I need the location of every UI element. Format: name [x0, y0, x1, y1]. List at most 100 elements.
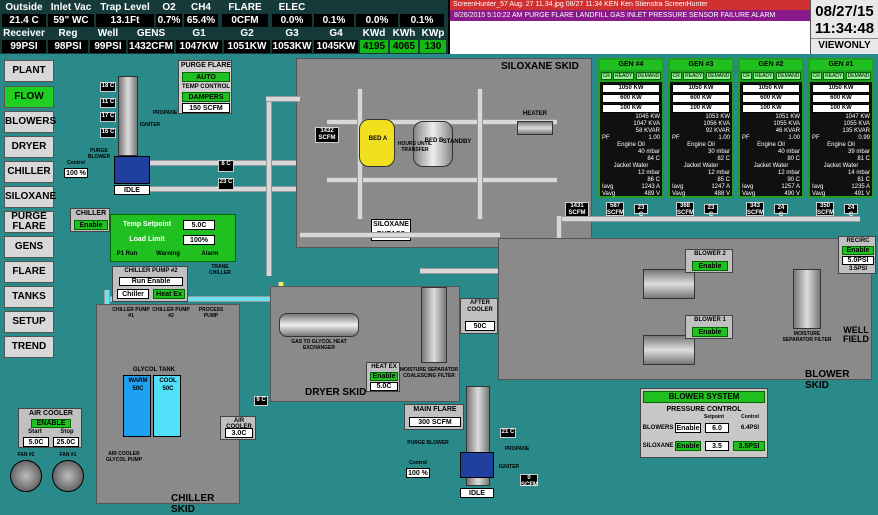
gen-3-kw3[interactable]: 100 KW: [672, 104, 730, 113]
blower-moisture-tank[interactable]: [793, 269, 821, 329]
main-flare-scfm[interactable]: 300 SCFM: [409, 417, 461, 427]
glycol-warm-tank[interactable]: WARM 50C: [123, 375, 151, 437]
valve-cv-icon[interactable]: [284, 60, 293, 67]
gas-glycol-heat-exchanger[interactable]: [279, 313, 359, 337]
purge-flare-dampers[interactable]: DAMPERS: [182, 92, 230, 102]
chiller-skid-label: CHILLER SKID: [171, 493, 215, 515]
moisture-separator-tank[interactable]: [421, 287, 447, 363]
gen-1-ready[interactable]: READY: [823, 72, 845, 80]
alarm-message[interactable]: 8/26/2015 5:10:22 AM PURGE FLARE LANDFIL…: [450, 10, 812, 21]
glycol-cool-tank[interactable]: COOL 50C: [153, 375, 181, 437]
gen-2-kw1[interactable]: 1050 KW: [742, 84, 800, 93]
purge-blower-idle[interactable]: IDLE: [114, 185, 150, 195]
chiller-pump-heatex-button[interactable]: Heat Ex: [153, 289, 185, 299]
siloxane-control: 3.5PSI: [733, 441, 765, 451]
nav-blowers[interactable]: BLOWERS: [4, 111, 56, 133]
main-flare-idle[interactable]: IDLE: [460, 488, 494, 498]
chiller-load-limit[interactable]: 100%: [183, 235, 215, 245]
gen-4-kw1[interactable]: 1050 KW: [602, 84, 660, 93]
recirc-enable[interactable]: Enable: [842, 246, 874, 255]
blower-2-motor[interactable]: [643, 269, 695, 299]
gen-4-cr[interactable]: CR: [600, 72, 612, 80]
stat-label-receiver: Receiver: [3, 28, 45, 39]
purge-blower[interactable]: [114, 156, 150, 184]
siloxane-bypass-title: SILOXANE: [373, 221, 409, 228]
gen-2-ready[interactable]: READY: [753, 72, 775, 80]
heat-ex-enable[interactable]: Enable: [370, 372, 398, 381]
air-cooler-start[interactable]: 5.0C: [23, 437, 49, 447]
blower-2-enable[interactable]: Enable: [692, 261, 728, 271]
purge-blower-label: PURGE BLOWER: [87, 148, 111, 160]
siloxane-setpoint[interactable]: 3.5: [705, 441, 729, 451]
gen-2-kw2[interactable]: 600 KW: [742, 94, 800, 103]
stat-g3: 1053KW: [272, 40, 312, 53]
purge-flare-auto[interactable]: AUTO: [182, 72, 230, 82]
chiller-temp-setpoint[interactable]: 5.0C: [183, 220, 215, 230]
gen-4-kw3[interactable]: 100 KW: [602, 104, 660, 113]
heater-label: HEATER: [522, 111, 548, 117]
nav-flare[interactable]: FLARE: [4, 261, 54, 283]
purge-control-value[interactable]: 100 %: [64, 168, 88, 178]
chiller-pump-chiller-button[interactable]: Chiller: [117, 289, 149, 299]
main-flare-blower[interactable]: [460, 452, 494, 478]
nav-purge-flare[interactable]: PURGE FLARE: [4, 211, 54, 233]
nav-flow[interactable]: FLOW: [4, 86, 54, 108]
fan-2-icon[interactable]: [10, 460, 42, 492]
fan-1-icon[interactable]: [52, 460, 84, 492]
gen-2-panel[interactable]: GEN #2 CR READY DEMAND 1050 KW 600 KW 10…: [738, 58, 804, 198]
air-cooler-stop[interactable]: 25.0C: [53, 437, 79, 447]
chiller-load-limit-label: Load Limit: [129, 236, 165, 243]
after-cooler-panel: AFTER COOLER 50C: [460, 298, 498, 334]
heater[interactable]: [517, 121, 553, 135]
recirc-psi[interactable]: 5.0PSI: [842, 256, 874, 265]
gen-4-panel[interactable]: GEN #4 CR READY DEMAND 1050 KW 600 KW 10…: [598, 58, 664, 198]
gen-2-kw: 1051 KW: [775, 114, 800, 120]
gen-2-cr[interactable]: CR: [740, 72, 752, 80]
gen-1-kw1[interactable]: 1050 KW: [812, 84, 870, 93]
gen-1-kw3[interactable]: 100 KW: [812, 104, 870, 113]
heat-ex-value[interactable]: 5.0C: [370, 382, 398, 391]
blowers-setpoint[interactable]: 6.0: [705, 423, 729, 433]
main-flare-control-value[interactable]: 100 %: [406, 468, 430, 478]
gen-3-cr[interactable]: CR: [670, 72, 682, 80]
gen-4-jacket-water-label: Jacket Water: [613, 163, 649, 169]
nav-tanks[interactable]: TANKS: [4, 286, 54, 308]
stat-label-kwp: KWp: [421, 28, 445, 39]
gen-1-panel[interactable]: GEN #1 CR READY DEMAND 1050 KW 600 KW 10…: [808, 58, 874, 198]
nav-dryer[interactable]: DRYER: [4, 136, 54, 158]
main-flare-control-label: Control: [409, 460, 427, 466]
gen-4-demand[interactable]: DEMAND: [635, 72, 662, 80]
gen-1-cr[interactable]: CR: [810, 72, 822, 80]
gen-4-ready[interactable]: READY: [613, 72, 635, 80]
purge-flare-scfm[interactable]: 150 SCFM: [182, 103, 230, 113]
gen-3-kw1[interactable]: 1050 KW: [672, 84, 730, 93]
blower-1-motor[interactable]: [643, 335, 695, 365]
chiller-warning: Warning: [156, 251, 180, 257]
gen-3-kw2[interactable]: 600 KW: [672, 94, 730, 103]
gen-3-panel[interactable]: GEN #3 CR READY DEMAND 1050 KW 600 KW 10…: [668, 58, 734, 198]
after-cooler-value[interactable]: 50C: [465, 321, 495, 331]
nav-setup[interactable]: SETUP: [4, 311, 54, 333]
gen-4-kw2[interactable]: 600 KW: [602, 94, 660, 103]
gen-2-kw3[interactable]: 100 KW: [742, 104, 800, 113]
nav-plant[interactable]: PLANT: [4, 60, 54, 82]
gen-2-demand[interactable]: DEMAND: [775, 72, 802, 80]
gen-1-kw2[interactable]: 600 KW: [812, 94, 870, 103]
bed-a-tank[interactable]: BED A: [359, 119, 395, 167]
gen-3-demand[interactable]: DEMAND: [705, 72, 732, 80]
blowers-enable[interactable]: Enable: [675, 423, 701, 433]
blower-system-title[interactable]: BLOWER SYSTEM: [643, 391, 765, 403]
siloxane-enable[interactable]: Enable: [675, 441, 701, 451]
nav-trend[interactable]: TREND: [4, 336, 54, 358]
chiller-enable[interactable]: Enable: [74, 220, 108, 230]
gen-1-demand[interactable]: DEMAND: [845, 72, 872, 80]
chiller-run-enable[interactable]: Run Enable: [119, 277, 183, 286]
air-cooler-center-value[interactable]: 3.0C: [225, 428, 253, 438]
nav-gens[interactable]: GENS: [4, 236, 54, 258]
air-cooler-left-enable[interactable]: ENABLE: [31, 419, 71, 428]
nav-chiller[interactable]: CHILLER: [4, 161, 54, 183]
gen-3-ready[interactable]: READY: [683, 72, 705, 80]
stat-label-inlet-vac: Inlet Vac: [50, 2, 92, 13]
blower-1-enable[interactable]: Enable: [692, 327, 728, 337]
nav-siloxane[interactable]: SILOXANE: [4, 186, 56, 208]
